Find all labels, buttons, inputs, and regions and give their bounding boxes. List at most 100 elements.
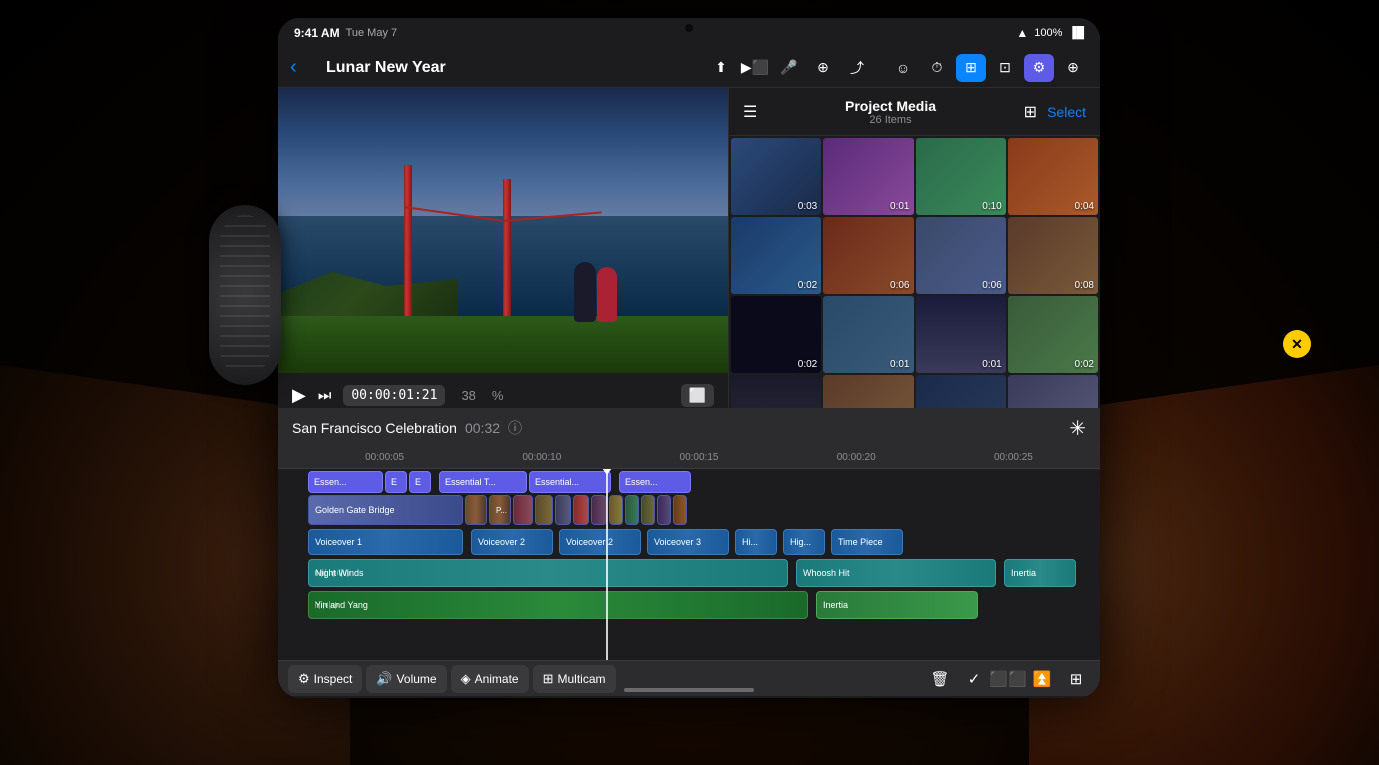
play-button[interactable]: ▶ — [292, 385, 306, 406]
media-thumb-3[interactable]: 0:10 — [916, 138, 1006, 215]
title-clip-5[interactable]: Essential... — [529, 471, 611, 493]
volume-button[interactable]: 🔊 Volume — [366, 665, 446, 693]
aspect-button[interactable]: ⬜ — [681, 384, 714, 407]
media-thumb-9[interactable]: 0:02 — [731, 296, 821, 373]
media-thumb-4[interactable]: 0:04 — [1008, 138, 1098, 215]
magic-movie-button[interactable]: ✳ — [1069, 416, 1086, 441]
media-thumb-10[interactable]: 0:01 — [823, 296, 913, 373]
audio-clip-voiceover3[interactable]: Voiceover 3 — [647, 529, 729, 555]
video-clip-13[interactable] — [673, 495, 687, 525]
video-clip-4[interactable] — [513, 495, 533, 525]
audio-track-voiceover: Voiceover 1 Voiceover 2 Voiceover 2 Voic… — [278, 529, 1100, 557]
more-timeline-button[interactable]: ⊞ — [1062, 665, 1090, 693]
media-thumb-8[interactable]: 0:08 — [1008, 217, 1098, 294]
title-clip-2[interactable]: E — [385, 471, 407, 493]
close-x-button[interactable]: ✕ — [1283, 330, 1311, 358]
emoji-button[interactable]: ☺ — [888, 54, 918, 82]
video-clip-12[interactable] — [657, 495, 671, 525]
person2 — [597, 267, 617, 322]
grid-toggle-button[interactable]: ⊞ — [1024, 102, 1037, 122]
timeline-ruler: 00:00:05 00:00:10 00:00:15 00:00:20 00:0… — [278, 447, 1100, 469]
inspect-button[interactable]: ⚙ Inspect — [288, 665, 362, 693]
video-clip-label-1: Golden Gate Bridge — [315, 505, 395, 515]
title-clip-6[interactable]: Essen... — [619, 471, 691, 493]
multicam-button[interactable]: ⊞ Multicam — [533, 665, 616, 693]
status-date: Tue May 7 — [346, 27, 398, 39]
media-menu-icon[interactable]: ☰ — [743, 102, 757, 122]
checkmark-button[interactable]: ✓ — [960, 665, 988, 693]
video-clip-3[interactable]: P... — [489, 495, 511, 525]
nav-button[interactable]: ⊕ — [808, 54, 838, 82]
bridge-tower-right — [503, 179, 511, 322]
playhead — [606, 469, 608, 660]
split-button[interactable]: ⬛⬛ — [994, 665, 1022, 693]
audio-clip-voiceover2b[interactable]: Voiceover 2 — [559, 529, 641, 555]
thumb-duration-11: 0:01 — [982, 359, 1001, 370]
audio-clip-hi1[interactable]: Hi... — [735, 529, 777, 555]
teal-clip-inertia[interactable]: Inertia — [1004, 559, 1076, 587]
settings-button[interactable]: ⚙ — [1024, 54, 1054, 82]
green-clip-inertia2[interactable]: Inertia — [816, 591, 978, 619]
video-clip-11[interactable] — [641, 495, 655, 525]
thumb-duration-9: 0:02 — [798, 359, 817, 370]
video-clip-2[interactable] — [465, 495, 487, 525]
audio-clip-hi2[interactable]: Hig... — [783, 529, 825, 555]
animate-button[interactable]: ◈ Animate — [451, 665, 529, 693]
title-clip-3[interactable]: E — [409, 471, 431, 493]
frame-rate-display: 38 — [461, 388, 475, 403]
skip-button[interactable]: ⏭ — [318, 387, 332, 404]
timeline-area: San Francisco Celebration 00:32 ⓘ ✳ 00:0… — [278, 408, 1100, 698]
media-thumb-2[interactable]: 0:01 — [823, 138, 913, 215]
audio-clip-label-hi2: Hig... — [790, 537, 811, 547]
select-button[interactable]: Select — [1047, 104, 1086, 120]
teal-clip-night-winds[interactable]: Night Winds — [308, 559, 788, 587]
title-clip-1[interactable]: Essen... — [308, 471, 383, 493]
delete-button[interactable]: 🗑 — [926, 665, 954, 693]
inspect-label: Inspect — [314, 672, 353, 686]
media-thumb-12[interactable]: 0:02 — [1008, 296, 1098, 373]
grid-button[interactable]: ⊡ — [990, 54, 1020, 82]
more-button[interactable]: ⊕ — [1058, 54, 1088, 82]
audio-clip-voiceover2a[interactable]: Voiceover 2 — [471, 529, 553, 555]
volume-label: Volume — [397, 672, 437, 686]
ruler-mark-5: 00:00:25 — [935, 452, 1092, 463]
video-clip-7[interactable] — [573, 495, 589, 525]
ruler-mark-2: 00:00:10 — [463, 452, 620, 463]
person1 — [574, 262, 596, 322]
detach-button[interactable]: ⏫ — [1028, 665, 1056, 693]
green-clip-yin-yang[interactable]: Yin and Yang — [308, 591, 808, 619]
clock-button[interactable]: ⏱ — [922, 54, 952, 82]
share-button[interactable]: ⤴ — [842, 54, 872, 82]
camera-button[interactable]: ▶⬛ — [740, 54, 770, 82]
bridge-scene — [278, 88, 728, 373]
multicam-icon: ⊞ — [543, 671, 554, 687]
audio-clip-timepiece[interactable]: Time Piece — [831, 529, 903, 555]
media-thumb-7[interactable]: 0:06 — [916, 217, 1006, 294]
media-thumb-5[interactable]: 0:02 — [731, 217, 821, 294]
scroll-indicator-bar — [278, 696, 1100, 698]
teal-clip-whoosh[interactable]: Whoosh Hit — [796, 559, 996, 587]
video-clip-9[interactable] — [609, 495, 623, 525]
couple-silhouette — [569, 252, 629, 322]
back-button[interactable]: ‹ — [290, 56, 318, 79]
video-clip-golden-gate[interactable]: Golden Gate Bridge — [308, 495, 463, 525]
video-preview — [278, 88, 728, 373]
title-clip-4[interactable]: Essential T... — [439, 471, 527, 493]
dial-control[interactable] — [209, 205, 281, 385]
media-thumb-11[interactable]: 0:01 — [916, 296, 1006, 373]
animate-label: Animate — [475, 672, 519, 686]
timecode-display: 00:00:01:21 — [343, 385, 445, 406]
mic-button[interactable]: 🎤 — [774, 54, 804, 82]
media-thumb-6[interactable]: 0:06 — [823, 217, 913, 294]
video-clip-8[interactable] — [591, 495, 607, 525]
video-clip-5[interactable] — [535, 495, 553, 525]
video-clip-6[interactable] — [555, 495, 571, 525]
media-thumb-1[interactable]: 0:03 — [731, 138, 821, 215]
photo-active-button[interactable]: ⊞ — [956, 54, 986, 82]
info-button[interactable]: ⓘ — [508, 418, 522, 438]
audio-clip-voiceover1[interactable]: Voiceover 1 — [308, 529, 463, 555]
video-clip-10[interactable] — [625, 495, 639, 525]
upload-button[interactable]: ⬆ — [706, 54, 736, 82]
toolbar-icons: ⬆ ▶⬛ 🎤 ⊕ ⤴ ☺ ⏱ ⊞ ⊡ ⚙ ⊕ — [706, 54, 1088, 82]
thumb-duration-4: 0:04 — [1075, 201, 1094, 212]
